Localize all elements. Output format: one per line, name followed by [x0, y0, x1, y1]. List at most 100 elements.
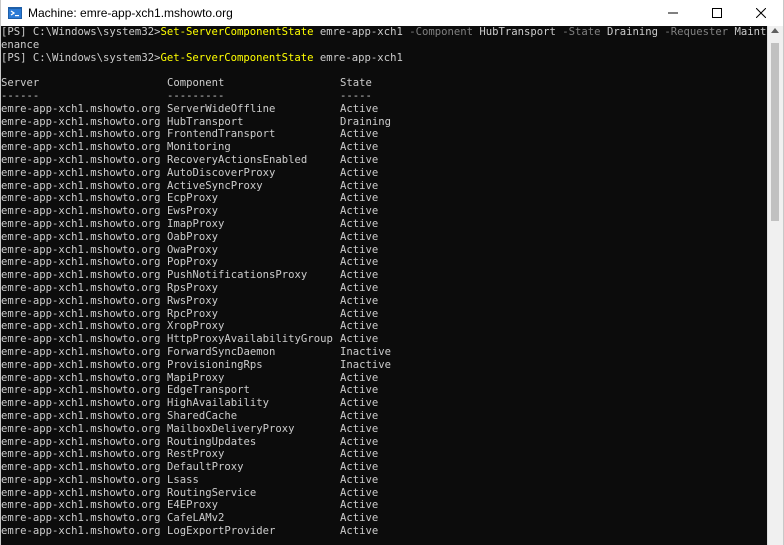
- title-bar[interactable]: Machine: emre-app-xch1.mshowto.org: [1, 0, 783, 26]
- row-state: Inactive: [340, 345, 392, 358]
- row-component: RwsProxy: [167, 294, 219, 307]
- row-state: Active: [340, 320, 379, 333]
- row-server: emre-app-xch1.mshowto.org: [1, 371, 161, 384]
- scrollbar-thumb[interactable]: [771, 43, 779, 221]
- row-component: LogExportProvider: [167, 525, 276, 538]
- row-component: Monitoring: [167, 141, 231, 154]
- row-server: emre-app-xch1.mshowto.org: [1, 358, 161, 371]
- row-component: ImapProxy: [167, 217, 225, 230]
- table-row: emre-app-xch1.mshowto.org RpcProxy Active: [1, 308, 768, 321]
- row-state: Active: [340, 102, 379, 115]
- row-state: Active: [340, 397, 379, 410]
- row-server: emre-app-xch1.mshowto.org: [1, 294, 161, 307]
- table-row: emre-app-xch1.mshowto.org AutoDiscoverPro…: [1, 167, 768, 180]
- row-state: Active: [340, 153, 379, 166]
- table-row: emre-app-xch1.mshowto.org HttpProxyAvaila…: [1, 333, 768, 346]
- row-server: emre-app-xch1.mshowto.org: [1, 205, 161, 218]
- table-row: emre-app-xch1.mshowto.org PopProxy Active: [1, 256, 768, 269]
- row-server: emre-app-xch1.mshowto.org: [1, 486, 161, 499]
- cmdlet-argument: HubTransport: [472, 26, 563, 38]
- row-state: Active: [340, 486, 379, 499]
- row-server: emre-app-xch1.mshowto.org: [1, 499, 161, 512]
- maximize-icon: [712, 8, 722, 18]
- row-server: emre-app-xch1.mshowto.org: [1, 345, 161, 358]
- row-component: Lsass: [167, 473, 199, 486]
- row-server: emre-app-xch1.mshowto.org: [1, 281, 161, 294]
- row-state: Active: [340, 205, 379, 218]
- row-server: emre-app-xch1.mshowto.org: [1, 422, 161, 435]
- table-row: emre-app-xch1.mshowto.org RwsProxy Active: [1, 295, 768, 308]
- table-row: emre-app-xch1.mshowto.org OabProxy Active: [1, 231, 768, 244]
- row-state: Active: [340, 371, 379, 384]
- row-server: emre-app-xch1.mshowto.org: [1, 102, 161, 115]
- row-server: emre-app-xch1.mshowto.org: [1, 333, 161, 346]
- vertical-scrollbar[interactable]: [767, 26, 783, 545]
- row-component: RpcProxy: [167, 307, 219, 320]
- row-component: RestProxy: [167, 448, 225, 461]
- minimize-icon: [668, 12, 678, 14]
- table-row: emre-app-xch1.mshowto.org EwsProxy Active: [1, 205, 768, 218]
- row-server: emre-app-xch1.mshowto.org: [1, 448, 161, 461]
- row-server: emre-app-xch1.mshowto.org: [1, 525, 161, 538]
- cmdlet-name: Get-ServerComponentState: [160, 51, 314, 64]
- row-server: emre-app-xch1.mshowto.org: [1, 243, 161, 256]
- prompt: [PS] C:\Windows\system32>: [1, 26, 161, 38]
- table-row: emre-app-xch1.mshowto.org EdgeTransport Ac…: [1, 384, 768, 397]
- row-server: emre-app-xch1.mshowto.org: [1, 115, 161, 128]
- table-row: emre-app-xch1.mshowto.org XropProxy Active: [1, 320, 768, 333]
- row-server: emre-app-xch1.mshowto.org: [1, 473, 161, 486]
- row-component: HttpProxyAvailabilityGroup: [167, 333, 333, 346]
- row-server: emre-app-xch1.mshowto.org: [1, 141, 161, 154]
- row-state: Active: [340, 307, 379, 320]
- header-state: State: [340, 77, 372, 90]
- row-state: Active: [340, 128, 379, 141]
- table-row: emre-app-xch1.mshowto.org ForwardSyncDaem…: [1, 346, 768, 359]
- row-server: emre-app-xch1.mshowto.org: [1, 512, 161, 525]
- row-component: RecoveryActionsEnabled: [167, 153, 308, 166]
- row-state: Active: [340, 230, 379, 243]
- row-component: RpsProxy: [167, 281, 219, 294]
- row-component: XropProxy: [167, 320, 225, 333]
- maximize-button[interactable]: [695, 0, 739, 26]
- row-component: HighAvailability: [167, 397, 270, 410]
- row-component: ActiveSyncProxy: [167, 179, 263, 192]
- row-state: Active: [340, 269, 379, 282]
- cmdlet-parameter: -Component: [409, 26, 473, 38]
- header-server: Server: [1, 77, 40, 90]
- row-server: emre-app-xch1.mshowto.org: [1, 384, 161, 397]
- table-separator: ------ --------- -----: [1, 90, 768, 103]
- row-server: emre-app-xch1.mshowto.org: [1, 409, 161, 422]
- row-server: emre-app-xch1.mshowto.org: [1, 153, 161, 166]
- row-state: Active: [340, 141, 379, 154]
- row-component: EdgeTransport: [167, 384, 250, 397]
- table-row: emre-app-xch1.mshowto.org ImapProxy Active: [1, 218, 768, 231]
- close-icon: [756, 8, 766, 18]
- cmdlet-name: Set-ServerComponentState: [160, 26, 314, 38]
- table-row: emre-app-xch1.mshowto.org Monitoring Activ…: [1, 141, 768, 154]
- row-state: Active: [340, 473, 379, 486]
- console-output[interactable]: [PS] C:\Windows\system32>Set-ServerCompo…: [1, 26, 768, 545]
- command-line-get: [PS] C:\Windows\system32>Get-ServerCompo…: [1, 52, 768, 65]
- row-component: RoutingUpdates: [167, 435, 257, 448]
- row-component: FrontendTransport: [167, 128, 276, 141]
- row-component: MapiProxy: [167, 371, 225, 384]
- table-row: emre-app-xch1.mshowto.org HighAvailabilit…: [1, 397, 768, 410]
- row-server: emre-app-xch1.mshowto.org: [1, 230, 161, 243]
- row-component: RoutingService: [167, 486, 257, 499]
- table-row: emre-app-xch1.mshowto.org ProvisioningRps…: [1, 359, 768, 372]
- row-state: Active: [340, 256, 379, 269]
- row-component: ForwardSyncDaemon: [167, 345, 276, 358]
- row-state: Active: [340, 525, 379, 538]
- table-row: emre-app-xch1.mshowto.org DefaultProxy Act…: [1, 461, 768, 474]
- scroll-up-arrow-icon[interactable]: [771, 28, 779, 33]
- row-component: AutoDiscoverProxy: [167, 166, 276, 179]
- window-title: Machine: emre-app-xch1.mshowto.org: [28, 6, 233, 20]
- row-state: Draining: [340, 115, 392, 128]
- window-controls: [651, 0, 783, 26]
- separator-server: ------: [1, 89, 40, 102]
- row-state: Active: [340, 281, 379, 294]
- close-button[interactable]: [739, 0, 783, 26]
- separator-component: ---------: [167, 89, 225, 102]
- minimize-button[interactable]: [651, 0, 695, 26]
